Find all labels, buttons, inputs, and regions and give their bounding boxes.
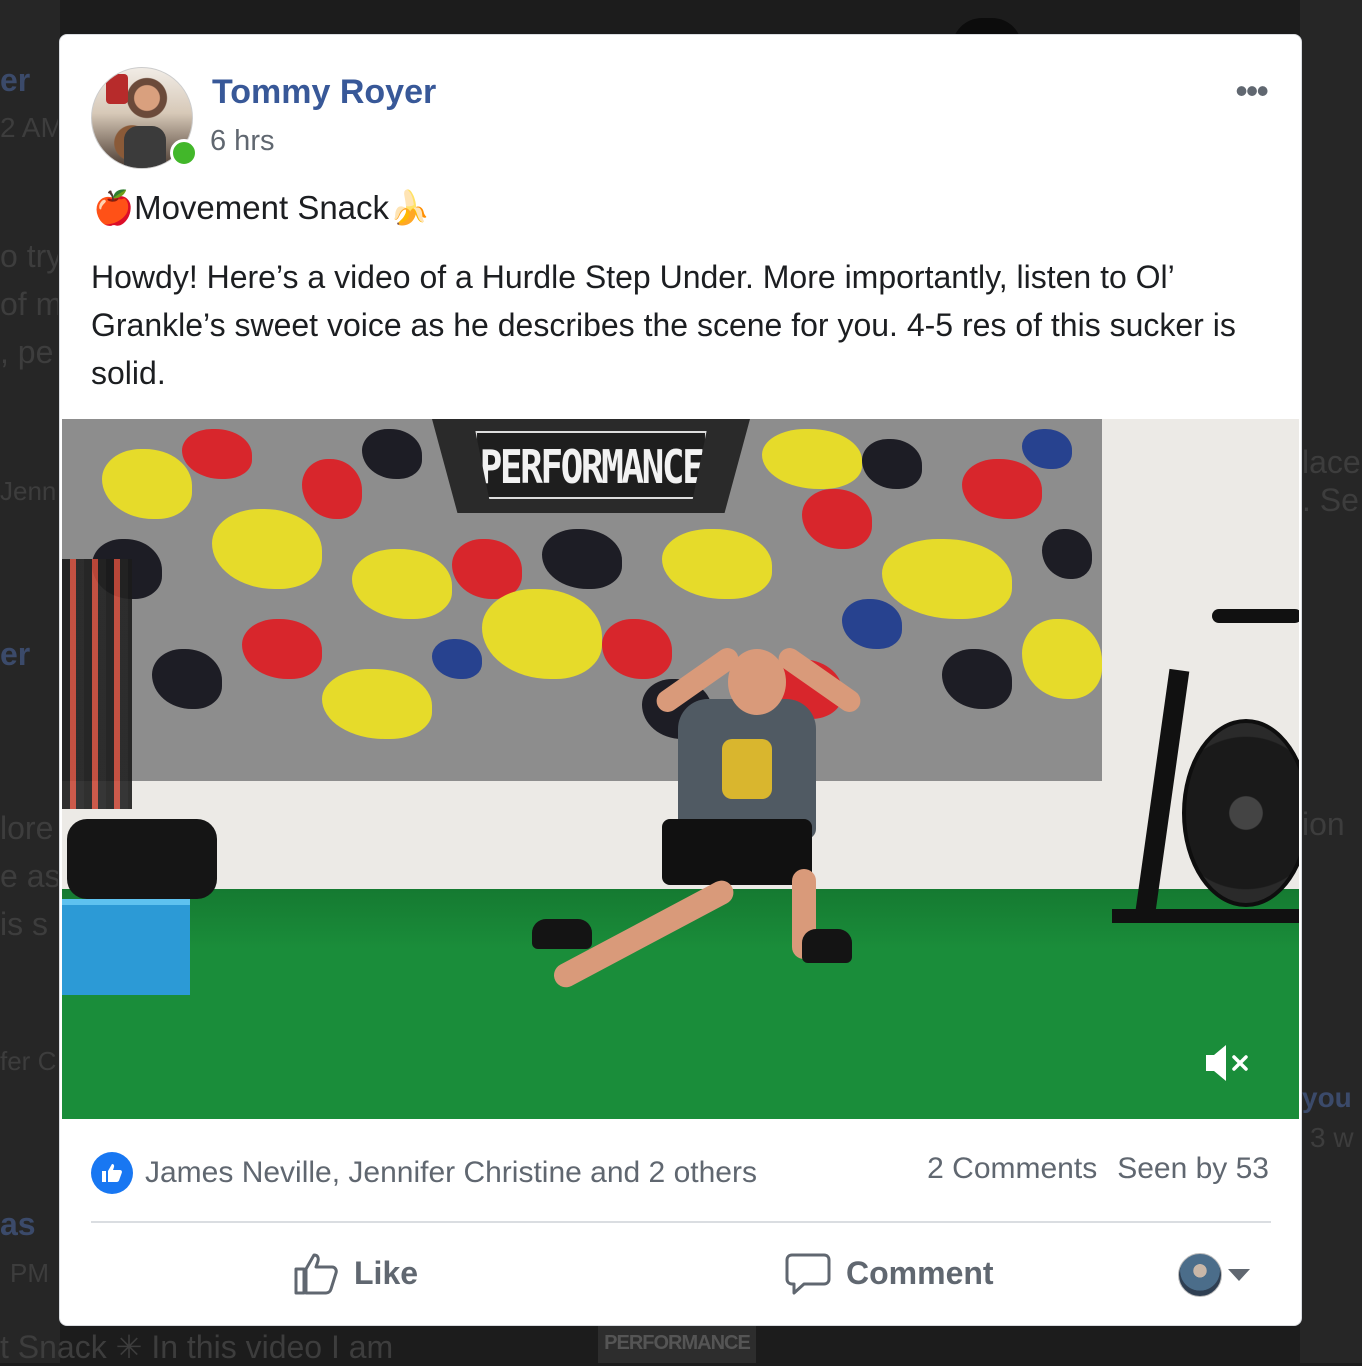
viewer-avatar[interactable] <box>1178 1253 1222 1297</box>
video-player[interactable]: PERFORMANCE <box>62 419 1299 1119</box>
thumbs-up-icon <box>294 1253 338 1295</box>
speaker-muted-icon <box>1206 1045 1248 1081</box>
avatar-detail <box>124 126 166 168</box>
resistance-bands <box>62 559 132 809</box>
gym-bag <box>67 819 217 899</box>
background-text: as <box>0 1206 36 1242</box>
background-text: is s <box>0 906 48 942</box>
like-label: Like <box>354 1254 419 1291</box>
background-text: er <box>0 636 31 672</box>
mute-icon[interactable] <box>1200 1039 1256 1087</box>
background-text: 3 w <box>1310 1122 1354 1153</box>
comment-label: Comment <box>846 1254 994 1291</box>
background-text: of m <box>0 286 58 322</box>
background-video-thumbnail: PERFORMANCE <box>598 1326 756 1363</box>
avatar-detail <box>106 74 128 104</box>
seen-by-count[interactable]: Seen by 53 <box>1117 1152 1269 1186</box>
background-text: fer C <box>0 1046 57 1076</box>
post-title: 🍎Movement Snack🍌 <box>93 189 430 228</box>
post-timestamp[interactable]: 6 hrs <box>210 125 274 158</box>
background-post-text: t Snack ✳ In this video I am <box>0 1329 394 1365</box>
background-text: . Se <box>1302 482 1359 518</box>
gym-mat <box>62 899 190 995</box>
gym-sign: PERFORMANCE <box>475 431 707 499</box>
chevron-down-icon[interactable] <box>1228 1269 1250 1281</box>
apple-emoji-icon: 🍎 <box>93 189 135 226</box>
background-thumbnail-label: PERFORMANCE <box>604 1332 751 1354</box>
post-stats: 2 Comments Seen by 53 <box>927 1152 1269 1186</box>
post-body: Howdy! Here’s a video of a Hurdle Step U… <box>91 259 1236 391</box>
background-text: 2 AM <box>0 112 58 143</box>
post-title-text: Movement Snack <box>134 189 390 226</box>
background-text: er <box>0 62 31 98</box>
background-text: you <box>1302 1082 1352 1113</box>
online-status-icon <box>170 139 198 167</box>
banana-emoji-icon: 🍌 <box>389 189 431 226</box>
post-card: Tommy Royer 6 hrs ••• 🍎Movement Snack🍌 H… <box>59 34 1302 1326</box>
background-text: Jenn <box>0 476 57 506</box>
like-button[interactable]: Like <box>292 1249 418 1297</box>
background-right-column <box>1300 0 1362 1363</box>
comments-count[interactable]: 2 Comments <box>927 1152 1097 1186</box>
background-text: lace <box>1302 444 1361 480</box>
background-text: e as <box>0 858 58 894</box>
video-subject <box>472 629 872 992</box>
background-text: , pe <box>0 334 54 370</box>
comment-bubble-icon <box>785 1253 831 1295</box>
background-text: o try <box>0 238 58 274</box>
comment-button[interactable]: Comment <box>784 1249 994 1297</box>
background-text: lore <box>0 810 54 846</box>
author-name[interactable]: Tommy Royer <box>212 73 436 112</box>
reactions-text[interactable]: James Neville, Jennifer Christine and 2 … <box>145 1156 757 1190</box>
background-text: ion <box>1302 806 1345 842</box>
like-reaction-icon <box>91 1152 133 1194</box>
action-divider <box>91 1221 1271 1223</box>
reactions-summary[interactable]: James Neville, Jennifer Christine and 2 … <box>91 1152 757 1194</box>
background-text: PM <box>10 1258 49 1288</box>
more-options-button[interactable]: ••• <box>1235 73 1269 109</box>
air-bike <box>1112 609 1299 929</box>
background-left-column <box>0 0 60 1363</box>
